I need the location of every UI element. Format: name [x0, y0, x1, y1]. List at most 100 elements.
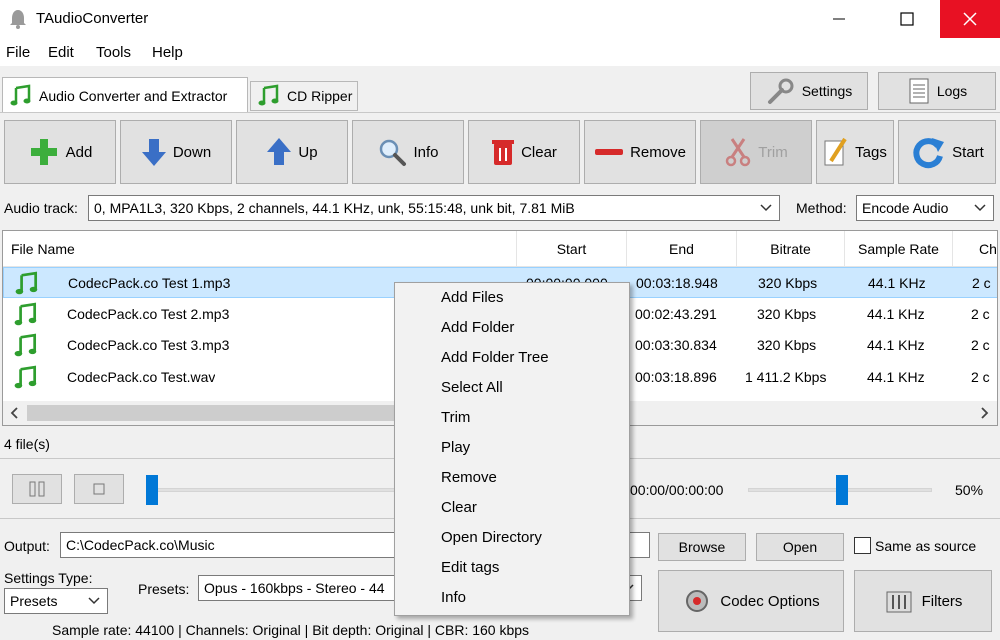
position-track[interactable]	[146, 488, 396, 492]
chevron-right-icon[interactable]	[977, 406, 991, 420]
music-note-icon	[14, 333, 37, 357]
file-end: 00:03:30.834	[635, 337, 717, 353]
tags-button[interactable]: Tags	[816, 120, 894, 184]
menu-item-add-files[interactable]: Add Files	[441, 283, 504, 313]
file-channels: 2 c	[971, 369, 990, 385]
presets-label: Presets:	[138, 581, 190, 597]
file-name: CodecPack.co Test.wav	[67, 369, 216, 385]
method-select[interactable]: Encode Audio	[856, 195, 994, 221]
minimize-button[interactable]	[816, 0, 862, 38]
column-channels[interactable]: Ch	[953, 231, 997, 267]
menu-item-info[interactable]: Info	[441, 583, 466, 613]
stop-icon	[93, 483, 105, 495]
position-slider[interactable]	[146, 475, 158, 505]
close-button[interactable]	[940, 0, 1000, 38]
arrow-up-icon	[267, 138, 292, 165]
column-end[interactable]: End	[627, 231, 737, 267]
tab-cd-ripper[interactable]: CD Ripper	[250, 81, 358, 111]
stop-button[interactable]	[74, 474, 124, 504]
file-end: 00:02:43.291	[635, 306, 717, 322]
window-title: TAudioConverter	[36, 10, 149, 27]
open-button[interactable]: Open	[756, 533, 844, 561]
chevron-down-icon	[760, 204, 772, 212]
file-bitrate: 1 411.2 Kbps	[745, 369, 827, 385]
file-bitrate: 320 Kbps	[757, 337, 817, 353]
pencil-note-icon	[824, 137, 847, 166]
tab-label: CD Ripper	[287, 88, 353, 104]
down-button[interactable]: Down	[120, 120, 232, 184]
column-start[interactable]: Start	[517, 231, 627, 267]
menu-item-remove[interactable]: Remove	[441, 463, 497, 493]
file-list-header: File Name Start End Bitrate Sample Rate …	[3, 231, 997, 267]
info-button[interactable]: Info	[352, 120, 464, 184]
audio-track-select[interactable]: 0, MPA1L3, 320 Kbps, 2 channels, 44.1 KH…	[88, 195, 780, 221]
chevron-down-icon	[974, 204, 986, 212]
scrollbar-thumb[interactable]	[27, 405, 407, 421]
file-count: 4 file(s)	[4, 436, 50, 452]
column-bitrate[interactable]: Bitrate	[737, 231, 845, 267]
music-note-icon	[10, 84, 31, 105]
music-note-icon	[14, 302, 37, 326]
tab-label: Audio Converter and Extractor	[39, 87, 228, 104]
file-name: CodecPack.co Test 3.mp3	[67, 337, 230, 353]
logs-button[interactable]: Logs	[878, 72, 996, 110]
file-channels: 2 c	[971, 306, 990, 322]
file-bitrate: 320 Kbps	[758, 275, 818, 291]
column-file-name[interactable]: File Name	[3, 231, 517, 267]
menu-help[interactable]: Help	[152, 44, 183, 61]
context-menu: Add Files Add Folder Add Folder Tree Sel…	[394, 282, 630, 616]
file-sample-rate: 44.1 KHz	[867, 369, 925, 385]
trim-button[interactable]: Trim	[700, 120, 812, 184]
maximize-button[interactable]	[884, 0, 930, 38]
volume-percent: 50%	[955, 482, 984, 498]
minimize-icon	[833, 18, 845, 20]
music-note-icon	[15, 271, 38, 295]
file-bitrate: 320 Kbps	[757, 306, 817, 322]
arrow-down-icon	[141, 139, 166, 166]
file-name: CodecPack.co Test 2.mp3	[67, 306, 230, 322]
menu-item-play[interactable]: Play	[441, 433, 470, 463]
up-button[interactable]: Up	[236, 120, 348, 184]
codec-gear-icon	[686, 590, 709, 612]
menu-file[interactable]: File	[6, 44, 30, 61]
pause-button[interactable]	[12, 474, 62, 504]
file-channels: 2 c	[972, 275, 991, 291]
maximize-icon	[900, 12, 914, 26]
clear-button[interactable]: Clear	[468, 120, 580, 184]
settings-button[interactable]: Settings	[750, 72, 868, 110]
output-label: Output:	[4, 538, 50, 554]
chevron-left-icon[interactable]	[8, 406, 22, 420]
remove-button[interactable]: Remove	[584, 120, 696, 184]
menu-item-add-folder-tree[interactable]: Add Folder Tree	[441, 343, 549, 373]
settings-type-label: Settings Type:	[4, 570, 93, 586]
menu-item-clear[interactable]: Clear	[441, 493, 477, 523]
menu-item-add-folder[interactable]: Add Folder	[441, 313, 514, 343]
filters-button[interactable]: Filters	[854, 570, 992, 632]
file-sample-rate: 44.1 KHz	[868, 275, 926, 291]
method-label: Method:	[796, 200, 847, 216]
file-end: 00:03:18.896	[635, 369, 717, 385]
bell-app-icon	[10, 10, 26, 29]
filter-equalizer-icon	[886, 591, 912, 613]
menu-tools[interactable]: Tools	[96, 44, 131, 61]
same-as-source-checkbox[interactable]	[854, 537, 871, 554]
status-line: Sample rate: 44100 | Channels: Original …	[52, 622, 530, 638]
minus-icon	[595, 149, 624, 155]
column-sample-rate[interactable]: Sample Rate	[845, 231, 953, 267]
menu-item-select-all[interactable]: Select All	[441, 373, 503, 403]
add-button[interactable]: Add	[4, 120, 116, 184]
volume-slider[interactable]	[836, 475, 848, 505]
menu-item-open-directory[interactable]: Open Directory	[441, 523, 542, 553]
close-icon	[963, 12, 977, 26]
menu-edit[interactable]: Edit	[48, 44, 74, 61]
settings-type-select[interactable]: Presets	[4, 588, 108, 614]
browse-button[interactable]: Browse	[658, 533, 746, 561]
codec-options-button[interactable]: Codec Options	[658, 570, 844, 632]
menu-item-edit-tags[interactable]: Edit tags	[441, 553, 499, 583]
tab-audio-converter[interactable]: Audio Converter and Extractor	[2, 77, 248, 113]
file-name: CodecPack.co Test 1.mp3	[68, 275, 231, 291]
log-file-icon	[909, 78, 929, 104]
start-button[interactable]: Start	[898, 120, 996, 184]
menu-item-trim[interactable]: Trim	[441, 403, 470, 433]
file-sample-rate: 44.1 KHz	[867, 337, 925, 353]
